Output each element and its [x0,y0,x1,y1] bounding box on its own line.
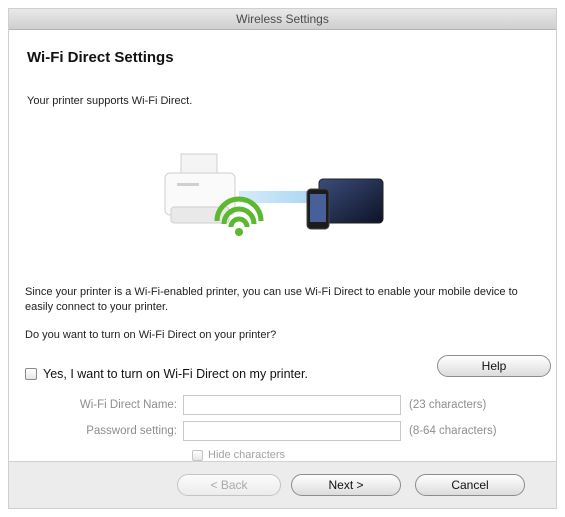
password-setting-field[interactable] [183,421,401,441]
password-length-hint: (8-64 characters) [409,425,497,437]
wifi-direct-name-field[interactable] [183,395,401,415]
enable-wifi-direct-label: Yes, I want to turn on Wi-Fi Direct on m… [43,367,308,381]
hide-characters-label: Hide characters [208,449,286,461]
window-title: Wireless Settings [9,9,556,30]
page-title: Wi-Fi Direct Settings [27,49,174,66]
hide-characters-option[interactable]: Hide characters [192,449,285,461]
printer-icon [164,153,236,224]
description-text: Since your printer is a Wi-Fi-enabled pr… [25,286,518,313]
wifi-direct-illustration [164,153,384,236]
name-length-hint: (23 characters) [409,399,487,411]
help-button[interactable]: Help [437,355,551,377]
mobile-devices-icon [306,178,384,230]
support-text: Your printer supports Wi-Fi Direct. [27,95,193,107]
wifi-direct-name-label: Wi-Fi Direct Name: [79,399,177,411]
back-button[interactable]: < Back [177,474,281,496]
cancel-button[interactable]: Cancel [415,474,525,496]
hide-characters-checkbox[interactable] [192,449,203,461]
wifi-icon [214,196,264,236]
enable-wifi-direct-checkbox[interactable] [25,368,37,380]
next-button[interactable]: Next > [291,474,401,496]
wireless-settings-window: Wireless Settings Wi-Fi Direct Settings … [8,8,557,509]
enable-wifi-direct-option[interactable]: Yes, I want to turn on Wi-Fi Direct on m… [25,367,308,381]
button-bar: < Back Next > Cancel [9,461,556,508]
question-text: Do you want to turn on Wi-Fi Direct on y… [25,329,277,341]
password-setting-label: Password setting: [86,425,177,437]
